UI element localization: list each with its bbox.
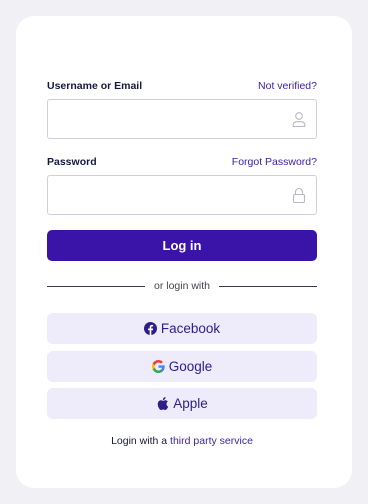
username-row: Username or Email Not verified? [47,79,317,93]
password-field[interactable] [47,175,317,216]
divider: or login with [47,279,317,293]
forgot-password-link[interactable]: Forgot Password? [232,155,317,169]
google-login-button[interactable]: Google [47,351,317,382]
username-label: Username or Email [47,80,143,92]
user-icon [292,112,306,128]
facebook-login-button[interactable]: Facebook [47,313,317,344]
google-label: Google [168,359,213,374]
facebook-icon [143,322,157,335]
username-input[interactable] [58,100,282,140]
divider-line-left [47,285,145,287]
apple-label: Apple [173,396,208,411]
login-button[interactable]: Log in [47,230,317,261]
apple-login-button[interactable]: Apple [47,388,317,419]
apple-icon [157,397,169,410]
facebook-label: Facebook [160,321,221,336]
divider-line-right [219,285,317,287]
third-party-service-link[interactable]: third party service [170,435,253,447]
password-label: Password [47,156,97,168]
divider-text: or login with [153,280,211,292]
lock-icon [292,187,306,204]
not-verified-link[interactable]: Not verified? [258,79,317,93]
footer-prefix: Login with a [111,435,168,447]
password-row: Password Forgot Password? [47,155,317,169]
username-field[interactable] [47,99,317,140]
third-party-footer: Login with a third party service [47,435,317,447]
login-card: Username or Email Not verified? Password… [16,16,352,488]
password-input[interactable] [58,176,282,216]
google-icon [151,360,165,373]
